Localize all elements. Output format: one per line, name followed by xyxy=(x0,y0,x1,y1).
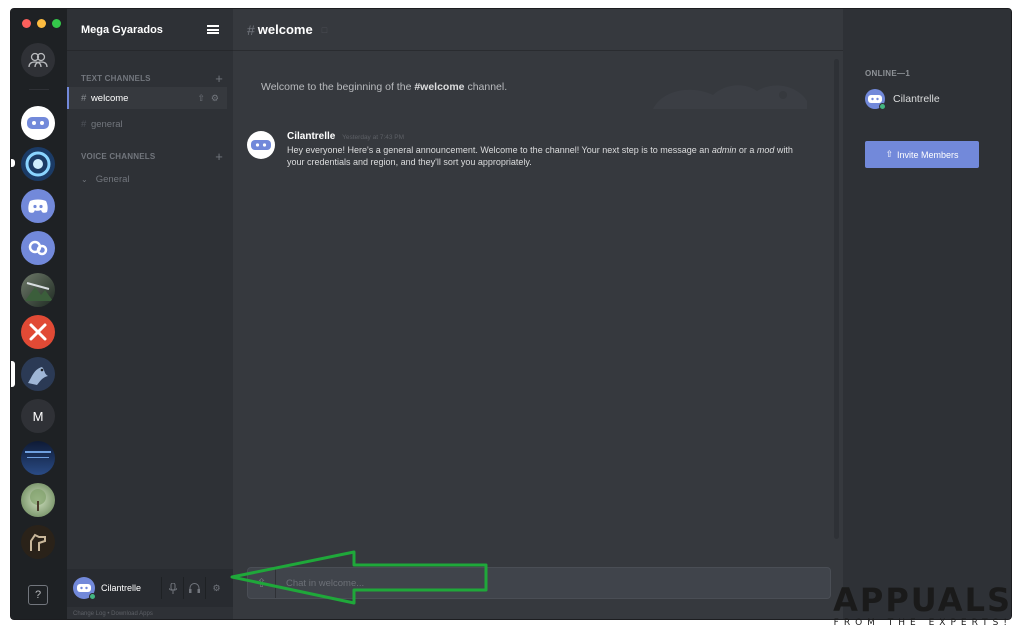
settings-gear-icon[interactable]: ⚙ xyxy=(205,577,227,599)
add-voice-channel-icon[interactable]: + xyxy=(215,149,223,164)
friends-icon xyxy=(28,52,48,68)
guild-name: Mega Gyarados xyxy=(81,23,163,36)
channel-item-welcome[interactable]: # welcome ⇧ ⚙ xyxy=(67,87,227,109)
server-discord-white[interactable] xyxy=(21,106,55,140)
window-controls xyxy=(22,19,61,28)
upload-icon[interactable]: ⇧ xyxy=(248,568,276,598)
member-list: ONLINE—1 Cilantrelle ⇧ Invite Members xyxy=(843,9,1011,619)
hammer-icon xyxy=(29,323,47,341)
friends-button[interactable] xyxy=(21,43,55,77)
selected-server-indicator xyxy=(11,361,15,387)
server-discord[interactable] xyxy=(21,189,55,223)
close-window-button[interactable] xyxy=(22,19,31,28)
discord-logo-icon xyxy=(28,199,48,213)
download-apps-link[interactable]: Download Apps xyxy=(111,611,153,617)
space-icon xyxy=(25,451,51,458)
chat-header: # welcome □ xyxy=(233,9,843,51)
menu-icon[interactable] xyxy=(207,25,219,34)
dragon-icon xyxy=(28,367,48,385)
server-gears[interactable] xyxy=(21,231,55,265)
welcome-channel-name: #welcome xyxy=(414,81,465,93)
username: Cilantrelle xyxy=(101,583,142,593)
horse-icon xyxy=(30,533,46,551)
message-content: Hey everyone! Here's a general announcem… xyxy=(287,145,793,167)
server-game-art[interactable] xyxy=(21,273,55,307)
invite-members-button[interactable]: ⇧ Invite Members xyxy=(865,141,979,168)
member-name: Cilantrelle xyxy=(893,93,940,105)
help-button[interactable]: ? xyxy=(28,585,48,605)
microphone-icon[interactable] xyxy=(161,577,183,599)
message-timestamp: Yesterday at 7:43 PM xyxy=(342,134,405,141)
watermark-tagline: FROM THE EXPERTS! xyxy=(833,618,1012,628)
avatar[interactable] xyxy=(247,131,275,159)
wumpus-decoration xyxy=(653,85,807,109)
changelog-link[interactable]: Change Log xyxy=(73,611,106,617)
user-panel: Cilantrelle ⚙ xyxy=(67,569,233,607)
headphones-icon[interactable] xyxy=(183,577,205,599)
message-author[interactable]: Cilantrelle xyxy=(287,131,335,142)
discord-logo-icon xyxy=(77,584,91,592)
server-m[interactable]: M xyxy=(21,399,55,433)
guild-header[interactable]: Mega Gyarados xyxy=(67,9,233,51)
rail-divider xyxy=(29,89,49,90)
discord-logo-icon xyxy=(251,140,271,150)
server-rail: M ? xyxy=(11,9,67,619)
invite-icon[interactable]: ⇧ xyxy=(197,93,205,104)
server-space[interactable] xyxy=(21,441,55,475)
footer-links: Change Log • Download Apps xyxy=(73,611,153,617)
bell-icon[interactable]: □ xyxy=(322,25,327,35)
server-tree[interactable] xyxy=(21,483,55,517)
game-art-icon xyxy=(25,282,53,301)
overwatch-icon xyxy=(25,151,51,177)
message-composer: ⇧ xyxy=(247,567,831,599)
server-horse[interactable] xyxy=(21,525,55,559)
maximize-window-button[interactable] xyxy=(52,19,61,28)
online-header: ONLINE—1 xyxy=(865,69,911,78)
welcome-banner: Welcome to the beginning of the #welcome… xyxy=(251,69,823,117)
channel-sidebar: Mega Gyarados TEXT CHANNELS + # welcome … xyxy=(67,9,233,619)
chat-area: # welcome □ Welcome to the beginning of … xyxy=(233,9,843,619)
avatar[interactable] xyxy=(73,577,96,600)
share-icon: ⇧ xyxy=(885,149,893,159)
avatar xyxy=(865,89,886,110)
channel-item-general[interactable]: # general xyxy=(67,113,227,135)
watermark: APPUALS FROM THE EXPERTS! xyxy=(833,584,1012,628)
chevron-down-icon: ⌄ xyxy=(81,174,88,184)
gear-icon[interactable]: ⚙ xyxy=(211,93,219,104)
channel-hash: # xyxy=(247,21,255,38)
discord-window: M ? Mega Gyarados TEXT CHANNELS + # welc… xyxy=(10,8,1012,620)
channel-title: welcome xyxy=(257,22,313,37)
chat-input[interactable] xyxy=(286,577,830,589)
channel-label: welcome xyxy=(90,92,129,104)
tree-icon xyxy=(30,489,46,511)
scrollbar[interactable] xyxy=(834,59,839,539)
add-text-channel-icon[interactable]: + xyxy=(215,71,223,86)
online-status-dot xyxy=(879,103,886,110)
server-tools[interactable] xyxy=(21,315,55,349)
message: Cilantrelle Yesterday at 7:43 PM Hey eve… xyxy=(247,131,813,168)
server-m-label: M xyxy=(32,408,44,424)
voice-channels-category[interactable]: VOICE CHANNELS + xyxy=(67,149,233,164)
unread-indicator xyxy=(11,159,15,167)
watermark-logo: APPUALS xyxy=(833,581,1012,619)
text-channels-category[interactable]: TEXT CHANNELS + xyxy=(67,71,233,86)
channel-label: general xyxy=(90,118,123,130)
server-overwatch[interactable] xyxy=(21,147,55,181)
gears-icon xyxy=(28,240,48,256)
minimize-window-button[interactable] xyxy=(37,19,46,28)
discord-logo-icon xyxy=(27,117,49,129)
voice-channel-general[interactable]: ⌄ General xyxy=(67,169,233,189)
member-item[interactable]: Cilantrelle xyxy=(865,89,940,110)
online-status-dot xyxy=(89,593,96,600)
server-dragon[interactable] xyxy=(21,357,55,391)
